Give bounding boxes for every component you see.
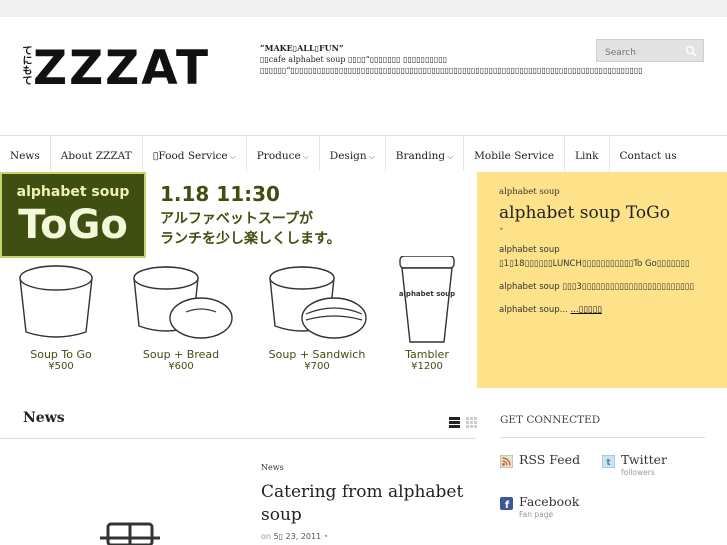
tumbler-icon: alphabet soup xyxy=(399,256,455,343)
chevron-down-icon: ⌵ xyxy=(229,152,236,161)
nav-label: ▯Food Service xyxy=(152,150,228,162)
nav-label: Mobile Service xyxy=(474,150,555,162)
soup-cup-icon xyxy=(19,265,93,338)
product-name: Soup + Sandwich xyxy=(268,348,366,361)
nav-label: Produce xyxy=(256,150,301,162)
product-name: Soup To Go xyxy=(30,348,92,361)
featured-paragraph-1: alphabet soup ▯1▯18▯▯▯▯▯▯LUNCH▯▯▯▯▯▯▯▯▯▯… xyxy=(499,245,690,269)
nav-label: About ZZZAT xyxy=(60,150,132,162)
nav-label: Branding xyxy=(395,150,446,162)
post-meta: on 5▯ 23, 2011 • xyxy=(261,532,328,541)
product-tambler: alphabet soup Tambler ¥1200 xyxy=(372,256,476,372)
post-meta-prefix: on xyxy=(261,532,271,541)
logo-kanji: てにもて xyxy=(20,45,31,85)
banner-line-2: ランチを少し楽しくします。 xyxy=(160,231,341,247)
svg-text:t: t xyxy=(606,458,611,468)
tagline-body: ▯▯cafe alphabet soup ▯▯▯▯“▯▯▯▯▯▯▯ ▯▯▯▯▯▯… xyxy=(260,55,643,75)
connect-divider xyxy=(500,437,705,438)
rss-feed-link[interactable]: RSS Feed xyxy=(500,452,580,468)
product-price: ¥1200 xyxy=(411,361,443,372)
search-icon[interactable] xyxy=(685,45,697,57)
featured-paragraph-2: alphabet soup ▯▯▯3▯▯▯▯▯▯▯▯▯▯▯▯▯▯▯▯▯▯▯▯▯▯… xyxy=(499,282,695,292)
featured-post-panel: alphabet soup alphabet soup ToGo • alpha… xyxy=(477,172,727,388)
banner-line-1: アルファベットスープが xyxy=(160,211,314,227)
nav-label: Link xyxy=(575,150,599,162)
tagline-title: “MAKE▯ALL▯FUN” xyxy=(260,43,344,53)
nav-item-food-service[interactable]: ▯Food Service ⌵ xyxy=(143,136,247,171)
rss-icon xyxy=(500,455,513,468)
product-price: ¥600 xyxy=(168,361,194,372)
chevron-down-icon: ⌵ xyxy=(447,152,454,161)
logo-text: ZZZAT xyxy=(33,40,211,96)
nav-label: News xyxy=(10,150,40,162)
svg-text:alphabet soup: alphabet soup xyxy=(399,290,455,298)
banner-logo: alphabet soup ToGo xyxy=(0,172,146,258)
post-thumbnail[interactable] xyxy=(100,518,160,545)
post-title[interactable]: Catering from alphabet soup xyxy=(261,481,476,527)
nav-item-design[interactable]: Design ⌵ xyxy=(320,136,386,171)
nav-item-mobile-service[interactable]: Mobile Service xyxy=(464,136,566,171)
nav-item-branding[interactable]: Branding ⌵ xyxy=(386,136,465,171)
post-category[interactable]: News xyxy=(261,463,284,472)
twitter-icon: t xyxy=(602,455,615,468)
nav-item-link[interactable]: Link xyxy=(565,136,610,171)
featured-excerpt: alphabet soup... xyxy=(499,305,568,315)
product-name: Tambler xyxy=(405,348,449,361)
chevron-down-icon: ⌵ xyxy=(368,152,375,161)
product-price: ¥500 xyxy=(48,361,74,372)
social-sub: Fan page xyxy=(519,510,554,519)
soup-bread-icon xyxy=(133,266,233,339)
site-logo[interactable]: てにもて ZZZAT xyxy=(20,42,210,94)
featured-title[interactable]: alphabet soup ToGo xyxy=(499,203,705,223)
banner-time: 1.18 11:30 xyxy=(160,182,280,206)
featured-paragraph-3: alphabet soup... ...▯▯▯▯▯ xyxy=(499,303,705,317)
read-more-link[interactable]: ...▯▯▯▯▯ xyxy=(570,305,602,315)
site-tagline: “MAKE▯ALL▯FUN” ▯▯cafe alphabet soup ▯▯▯▯… xyxy=(260,43,643,76)
product-price: ¥700 xyxy=(304,361,330,372)
product-soup-bread: Soup + Bread ¥600 xyxy=(126,256,236,372)
main-nav: News About ZZZAT ▯Food Service ⌵ Produce ⌵… xyxy=(0,135,727,171)
featured-banner[interactable]: alphabet soup ToGo 1.18 11:30 アルファベットスープ… xyxy=(0,172,476,388)
nav-label: Contact us xyxy=(619,150,677,162)
nav-item-about[interactable]: About ZZZAT xyxy=(51,136,143,171)
banner-logo-small: alphabet soup xyxy=(16,184,130,200)
social-name: Twitter xyxy=(621,452,668,467)
social-name: Facebook xyxy=(519,494,580,509)
chevron-down-icon: ⌵ xyxy=(302,152,309,161)
news-section-heading: News xyxy=(23,410,65,426)
nav-item-produce[interactable]: Produce ⌵ xyxy=(247,136,320,171)
nav-label: Design xyxy=(329,150,367,162)
facebook-link[interactable]: f Facebook Fan page xyxy=(500,494,579,519)
top-bar xyxy=(0,0,727,17)
featured-category[interactable]: alphabet soup xyxy=(499,187,705,197)
connect-heading: GET CONNECTED xyxy=(500,414,601,426)
featured-meta: • xyxy=(499,225,504,234)
search-input[interactable] xyxy=(597,42,683,64)
search-box xyxy=(596,39,704,64)
svg-text:f: f xyxy=(505,500,510,510)
view-toggle xyxy=(449,417,477,428)
list-view-icon[interactable] xyxy=(449,417,460,428)
nav-item-news[interactable]: News xyxy=(0,136,51,171)
product-name: Soup + Bread xyxy=(142,348,220,361)
social-sub: followers xyxy=(621,468,655,477)
post-date: 5▯ 23, 2011 xyxy=(273,532,322,541)
product-soup-sandwich: Soup + Sandwich ¥700 xyxy=(262,256,372,372)
section-divider xyxy=(0,438,476,439)
nav-item-contact[interactable]: Contact us xyxy=(610,136,687,171)
social-name: RSS Feed xyxy=(519,452,581,467)
facebook-icon: f xyxy=(500,497,513,510)
product-soup-to-go: Soup To Go ¥500 xyxy=(6,256,116,372)
banner-logo-big: ToGo xyxy=(18,202,128,248)
post-meta-suffix: • xyxy=(323,532,329,541)
twitter-link[interactable]: t Twitter followers xyxy=(602,452,667,477)
grid-view-icon[interactable] xyxy=(466,417,477,428)
soup-sandwich-icon xyxy=(269,266,367,339)
